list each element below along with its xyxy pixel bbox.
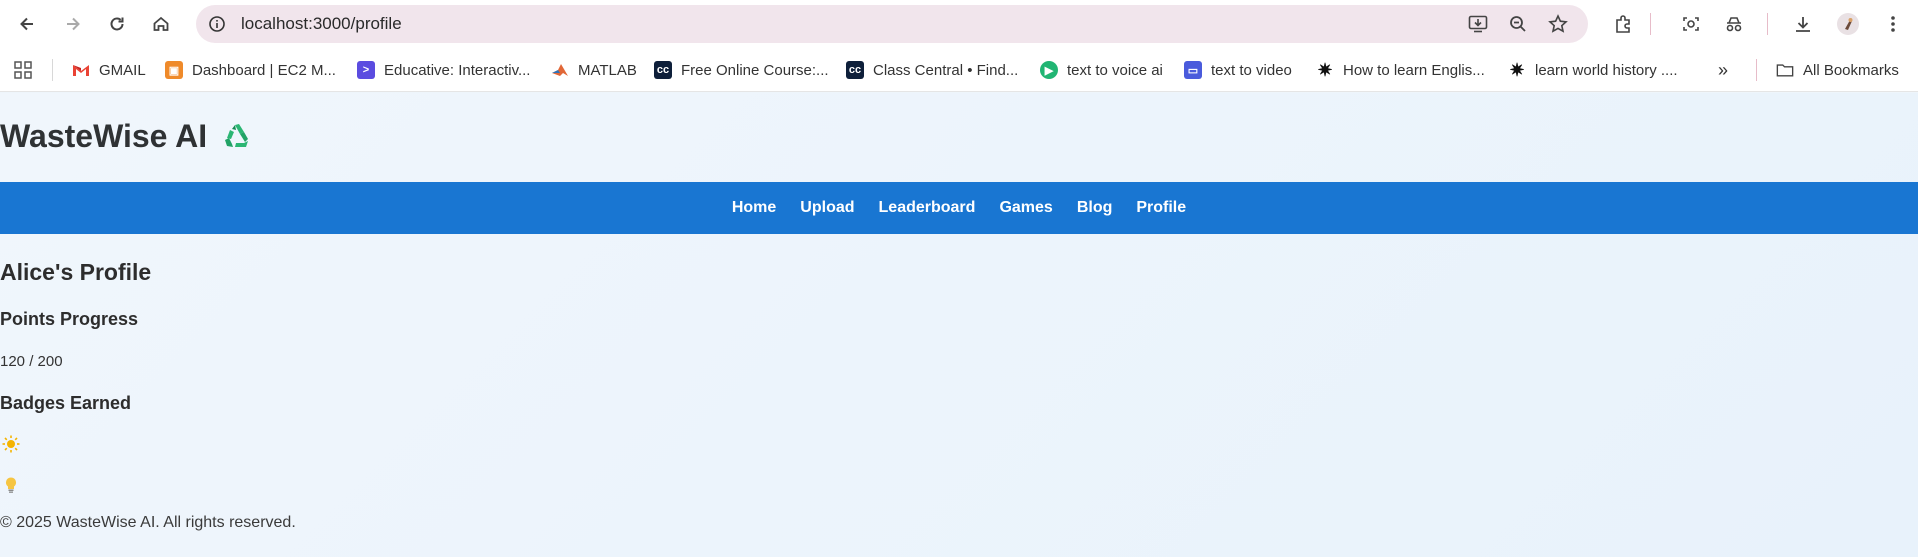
- download-icon[interactable]: [1788, 9, 1818, 39]
- extensions-icon[interactable]: [1608, 9, 1638, 39]
- points-progress-value: 120 / 200: [0, 353, 63, 370]
- bookmark-free-online-course[interactable]: cc Free Online Course:...: [654, 59, 829, 81]
- bookmark-world-history[interactable]: ✷ learn world history ....: [1508, 59, 1677, 81]
- points-progress-heading: Points Progress: [0, 309, 139, 329]
- url-text[interactable]: localhost:3000/profile: [241, 14, 402, 34]
- bookmark-text-to-video[interactable]: ▭ text to video: [1184, 59, 1292, 81]
- bookmark-text-to-voice[interactable]: ▶ text to voice ai: [1040, 59, 1163, 81]
- profile-title: Alice's Profile: [0, 259, 152, 285]
- profile-avatar-icon[interactable]: [1833, 9, 1863, 39]
- reload-icon: [110, 17, 124, 31]
- nav-link-profile[interactable]: Profile: [1136, 199, 1186, 217]
- more-bookmarks-chevron-icon[interactable]: »: [1718, 59, 1728, 81]
- main-navbar: Home Upload Leaderboard Games Blog Profi…: [0, 182, 1918, 234]
- site-info-icon[interactable]: [206, 13, 228, 35]
- page-content: WasteWise AI Home Upload Leaderboard Gam…: [0, 93, 1918, 557]
- arrow-right-icon: [67, 17, 80, 31]
- bookmark-gmail[interactable]: GMAIL: [72, 59, 146, 81]
- bookmark-learn-english[interactable]: ✷ How to learn Englis...: [1316, 59, 1484, 81]
- toolbar-divider: [1650, 13, 1651, 35]
- video-icon: ▭: [1184, 61, 1202, 79]
- bookmark-educative[interactable]: > Educative: Interactiv...: [357, 59, 530, 81]
- classcentral-icon: cc: [654, 61, 672, 79]
- badges-heading: Badges Earned: [0, 393, 132, 413]
- educative-icon: >: [357, 61, 375, 79]
- lightbulb-badge-icon: [5, 477, 17, 493]
- browser-menu-icon[interactable]: [1878, 9, 1908, 39]
- bookmark-ec2-dashboard[interactable]: ▣ Dashboard | EC2 M...: [165, 59, 336, 81]
- nav-link-upload[interactable]: Upload: [800, 199, 854, 217]
- bookmarks-bar: GMAIL ▣ Dashboard | EC2 M... > Educative…: [0, 48, 1918, 92]
- aws-icon: ▣: [165, 61, 183, 79]
- google-lens-icon[interactable]: [1676, 9, 1706, 39]
- nav-link-leaderboard[interactable]: Leaderboard: [879, 199, 976, 217]
- browser-toolbar: localhost:3000/profile: [0, 0, 1918, 48]
- back-button[interactable]: [12, 9, 42, 39]
- classcentral-icon: cc: [846, 61, 864, 79]
- home-button[interactable]: [146, 9, 176, 39]
- bookmark-class-central[interactable]: cc Class Central • Find...: [846, 59, 1018, 81]
- home-icon: [153, 16, 169, 31]
- footer-copyright: © 2025 WasteWise AI. All rights reserved…: [0, 514, 296, 531]
- arrow-left-icon: [20, 17, 33, 31]
- apps-grid-icon[interactable]: [13, 59, 33, 81]
- nav-link-games[interactable]: Games: [999, 199, 1052, 217]
- reload-button[interactable]: [102, 9, 132, 39]
- toolbar-divider: [1767, 13, 1768, 35]
- install-app-icon[interactable]: [1466, 13, 1490, 35]
- recycle-icon: [225, 123, 249, 147]
- bookmark-star-icon[interactable]: [1546, 13, 1570, 35]
- all-bookmarks-button[interactable]: All Bookmarks: [1776, 59, 1899, 81]
- sparkle-icon: ✷: [1317, 59, 1333, 80]
- play-icon: ▶: [1040, 61, 1058, 79]
- address-bar[interactable]: localhost:3000/profile: [196, 5, 1588, 43]
- matlab-icon: [551, 61, 569, 79]
- bookmark-matlab[interactable]: MATLAB: [551, 59, 637, 81]
- incognito-icon[interactable]: [1719, 9, 1749, 39]
- nav-link-home[interactable]: Home: [732, 199, 776, 217]
- forward-button[interactable]: [58, 9, 88, 39]
- bookmarks-divider: [52, 59, 53, 81]
- gmail-icon: [72, 61, 90, 79]
- bookmarks-divider: [1756, 59, 1757, 81]
- sun-badge-icon: [2, 435, 20, 453]
- brand-title: WasteWise AI: [0, 118, 208, 154]
- zoom-icon[interactable]: [1506, 13, 1530, 35]
- nav-link-blog[interactable]: Blog: [1077, 199, 1113, 217]
- site-brand: WasteWise AI: [0, 118, 257, 155]
- folder-icon: [1776, 61, 1794, 79]
- sparkle-icon: ✷: [1509, 59, 1525, 80]
